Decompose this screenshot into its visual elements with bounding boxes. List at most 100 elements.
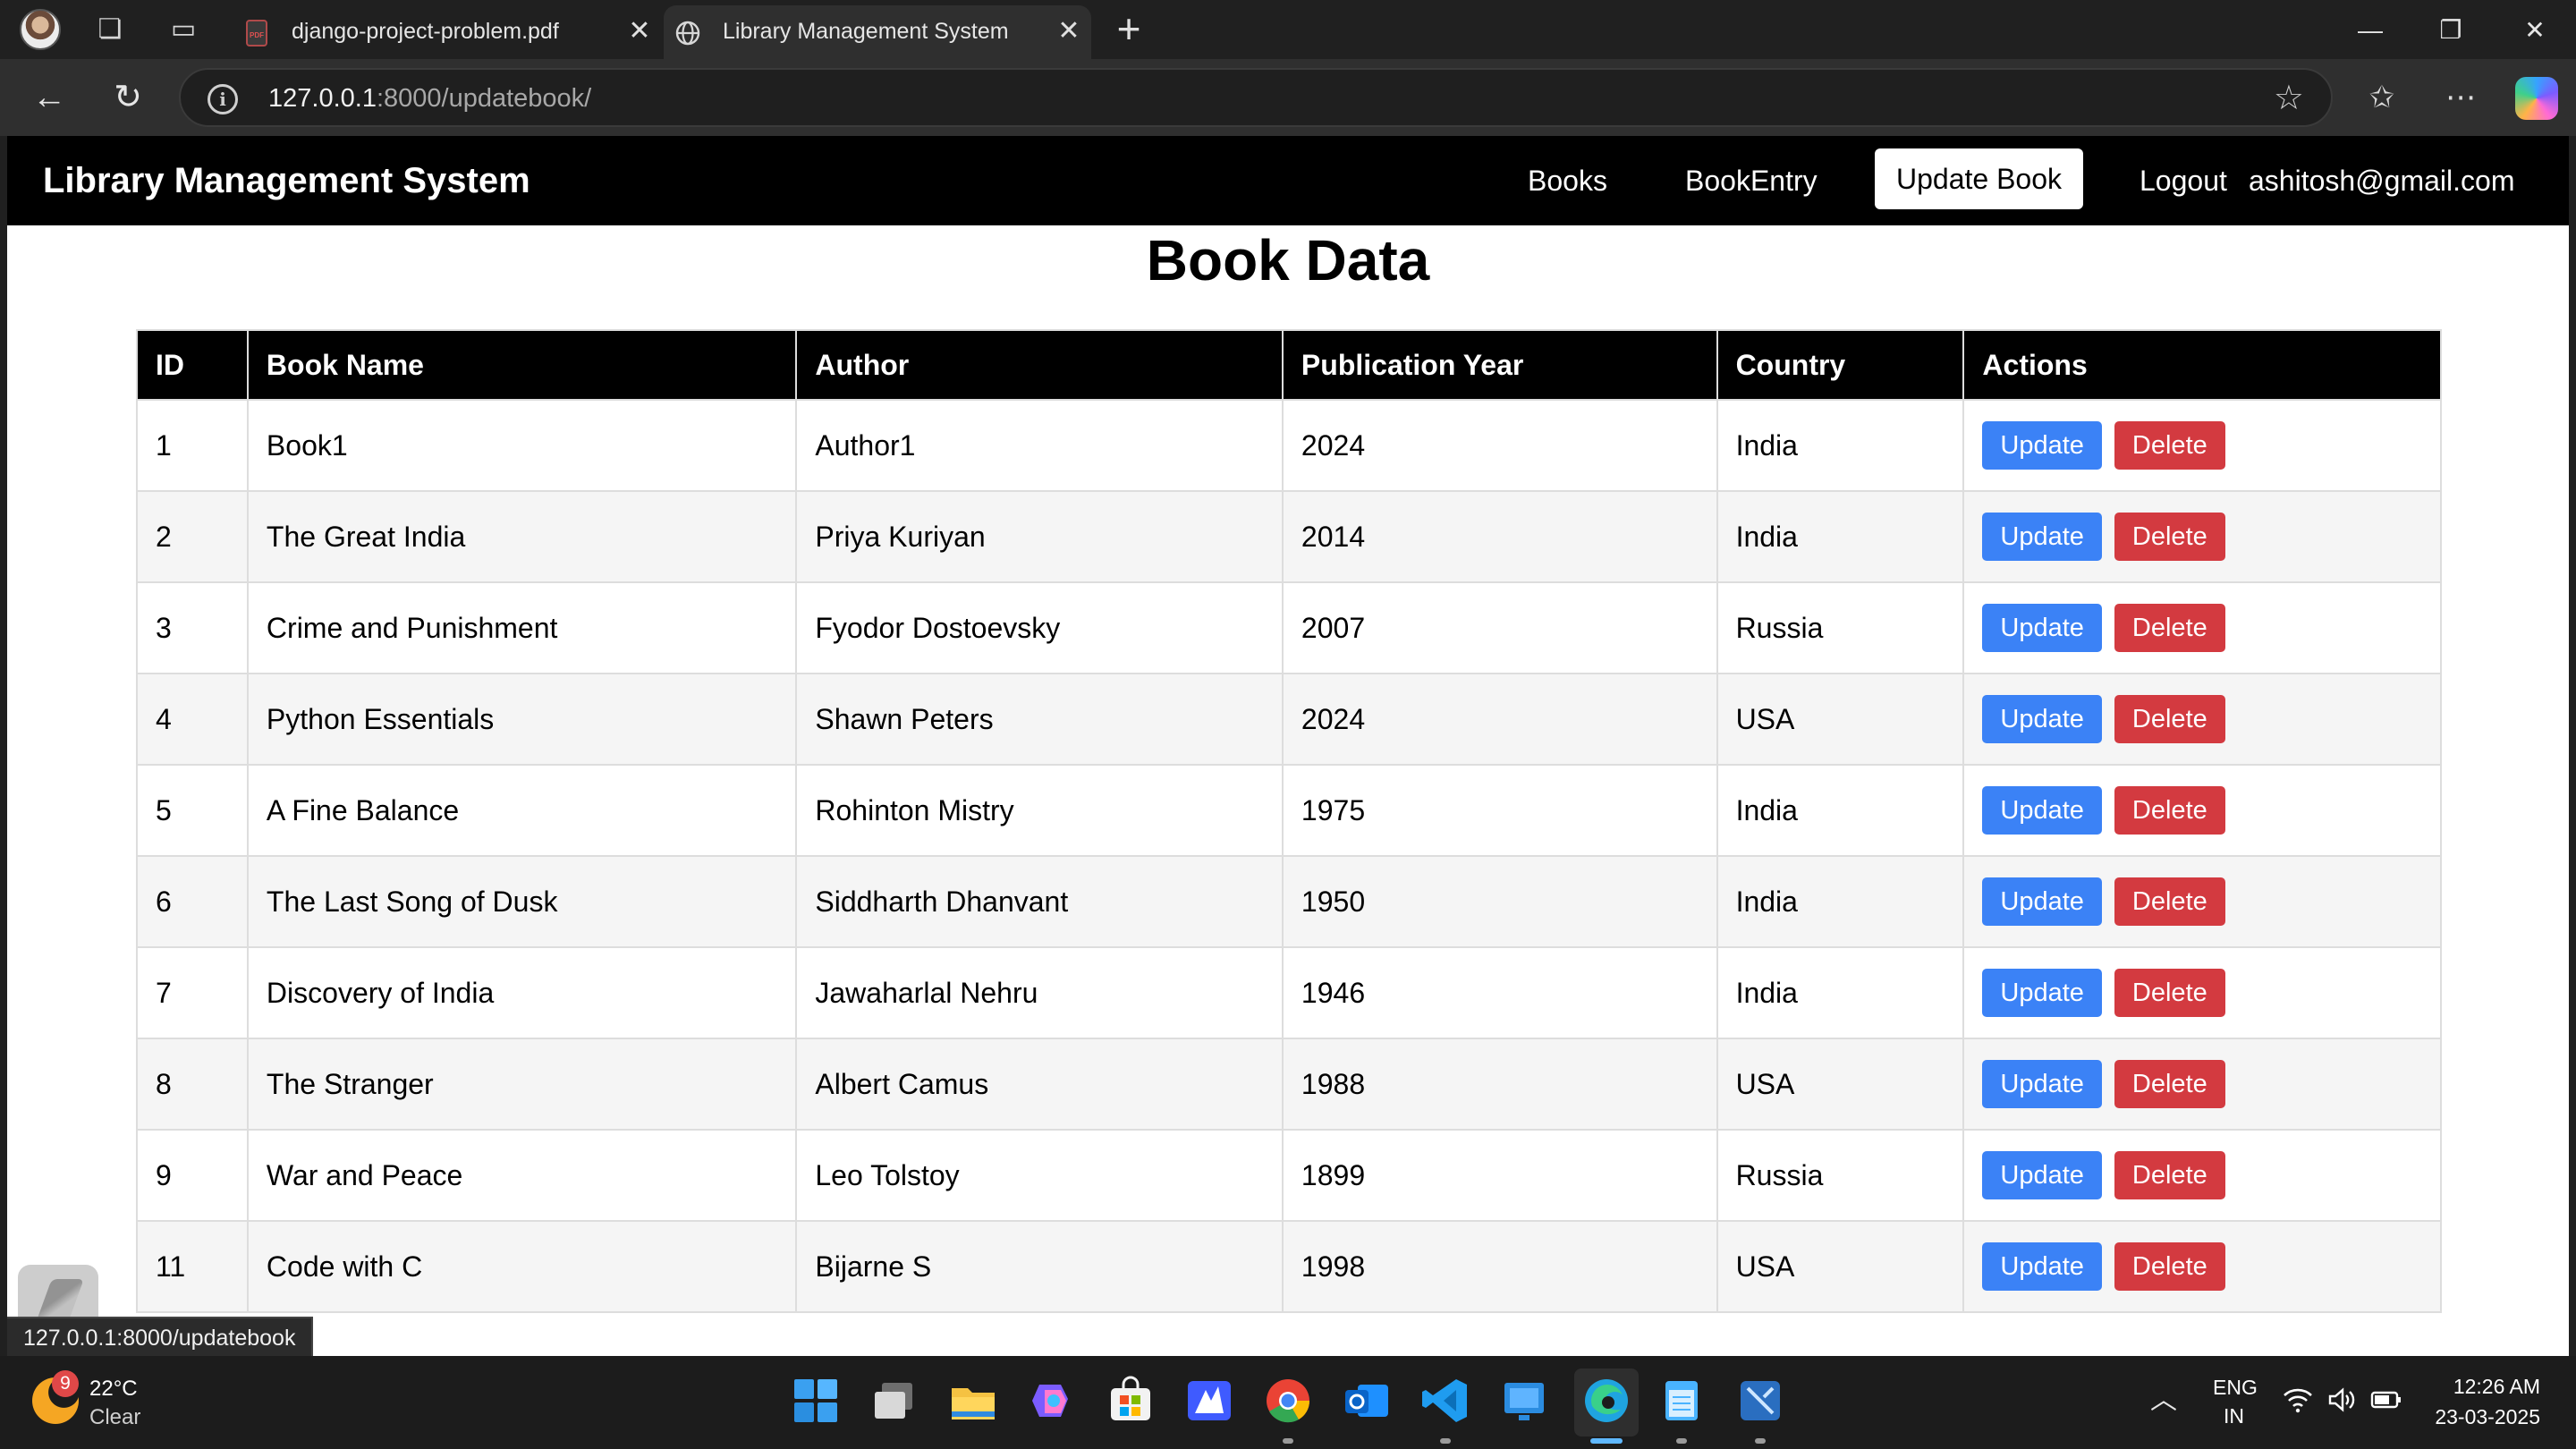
nav-logout-link[interactable]: Logout — [2140, 161, 2227, 200]
header-book-name: Book Name — [246, 329, 798, 401]
delete-button[interactable]: Delete — [2114, 695, 2225, 743]
running-indicator — [1676, 1438, 1687, 1444]
address-bar[interactable]: i 127.0.0.1:8000/updatebook/ ☆ — [179, 68, 2333, 127]
url-text[interactable]: 127.0.0.1:8000/updatebook/ — [268, 82, 591, 114]
active-indicator — [1590, 1438, 1623, 1444]
cell-author: Rohinton Mistry — [795, 764, 1284, 857]
close-window-icon[interactable]: ✕ — [2508, 11, 2562, 50]
workspaces-icon[interactable]: ❏ — [93, 13, 127, 47]
minimize-icon[interactable]: — — [2343, 11, 2397, 50]
task-view-icon[interactable] — [869, 1376, 919, 1426]
tab-library[interactable]: Library Management System ✕ — [664, 5, 1091, 59]
weather-temperature[interactable]: 22°C — [89, 1376, 138, 1402]
update-button[interactable]: Update — [1982, 421, 2102, 470]
update-button[interactable]: Update — [1982, 513, 2102, 561]
delete-button[interactable]: Delete — [2114, 786, 2225, 835]
weather-condition[interactable]: Clear — [89, 1404, 140, 1431]
tab-actions-icon[interactable]: ▭ — [166, 13, 200, 47]
language-indicator[interactable]: ENG — [2213, 1374, 2258, 1401]
cell-country: USA — [1716, 1038, 1965, 1131]
favorite-star-icon[interactable]: ☆ — [2274, 79, 2304, 118]
delete-button[interactable]: Delete — [2114, 421, 2225, 470]
cell-book-name: Discovery of India — [246, 946, 798, 1039]
vscode-icon[interactable] — [1420, 1376, 1470, 1426]
notepad-icon[interactable] — [1657, 1376, 1707, 1426]
copilot-icon[interactable] — [2515, 77, 2558, 120]
file-explorer-icon[interactable] — [948, 1376, 998, 1426]
cell-actions: Update Delete — [1962, 764, 2442, 857]
delete-button[interactable]: Delete — [2114, 1242, 2225, 1291]
battery-icon[interactable] — [2370, 1388, 2402, 1411]
cell-id: 11 — [136, 1220, 249, 1313]
pdf-icon: PDF — [246, 20, 267, 47]
widget-app-icon[interactable] — [1499, 1376, 1549, 1426]
back-icon[interactable]: ← — [29, 77, 70, 118]
header-publication-year: Publication Year — [1281, 329, 1718, 401]
start-icon[interactable] — [791, 1376, 841, 1426]
update-button[interactable]: Update — [1982, 604, 2102, 652]
store-icon[interactable] — [1106, 1376, 1156, 1426]
cell-author: Shawn Peters — [795, 673, 1284, 766]
restore-icon[interactable]: ❐ — [2424, 11, 2478, 50]
brand-title[interactable]: Library Management System — [43, 159, 530, 202]
nav-bookentry-link[interactable]: BookEntry — [1685, 161, 1818, 200]
outlook-icon[interactable] — [1342, 1376, 1392, 1426]
cell-id: 4 — [136, 673, 249, 766]
cell-country: India — [1716, 764, 1965, 857]
edge-icon[interactable] — [1581, 1376, 1631, 1426]
cell-author: Author1 — [795, 399, 1284, 492]
cell-actions: Update Delete — [1962, 581, 2442, 674]
update-button[interactable]: Update — [1982, 695, 2102, 743]
copilot-icon[interactable] — [1027, 1376, 1077, 1426]
update-button[interactable]: Update — [1982, 1242, 2102, 1291]
chrome-icon[interactable] — [1263, 1376, 1313, 1426]
close-tab-icon[interactable]: ✕ — [624, 16, 655, 47]
delete-button[interactable]: Delete — [2114, 1151, 2225, 1199]
cell-country: India — [1716, 399, 1965, 492]
tab-pdf[interactable]: PDF django-project-problem.pdf ✕ — [233, 5, 662, 59]
nav-update-book-link[interactable]: Update Book — [1875, 148, 2084, 209]
app-icon[interactable] — [1184, 1376, 1234, 1426]
cell-year: 1998 — [1281, 1220, 1718, 1313]
update-button[interactable]: Update — [1982, 969, 2102, 1017]
profile-avatar[interactable] — [20, 9, 61, 50]
cell-id: 2 — [136, 490, 249, 583]
delete-button[interactable]: Delete — [2114, 877, 2225, 926]
site-info-icon[interactable]: i — [208, 84, 238, 114]
delete-button[interactable]: Delete — [2114, 969, 2225, 1017]
clock-date[interactable]: 23-03-2025 — [2415, 1402, 2540, 1431]
cell-country: USA — [1716, 673, 1965, 766]
new-tab-icon[interactable]: + — [1109, 8, 1148, 50]
show-hidden-icons-chevron-icon[interactable]: ︿ — [2150, 1383, 2177, 1419]
app-icon[interactable] — [1735, 1376, 1785, 1426]
cell-id: 1 — [136, 399, 249, 492]
language-region[interactable]: IN — [2224, 1402, 2244, 1429]
delete-button[interactable]: Delete — [2114, 604, 2225, 652]
update-button[interactable]: Update — [1982, 1060, 2102, 1108]
cell-book-name: War and Peace — [246, 1129, 798, 1222]
cell-year: 2014 — [1281, 490, 1718, 583]
close-tab-icon[interactable]: ✕ — [1054, 16, 1084, 47]
cell-id: 3 — [136, 581, 249, 674]
nav-books-link[interactable]: Books — [1528, 161, 1607, 200]
cell-id: 6 — [136, 855, 249, 948]
refresh-icon[interactable]: ↻ — [107, 77, 148, 118]
more-menu-icon[interactable]: ⋯ — [2440, 77, 2481, 118]
url-host: 127.0.0.1 — [268, 84, 377, 113]
update-button[interactable]: Update — [1982, 877, 2102, 926]
cell-year: 2007 — [1281, 581, 1718, 674]
update-button[interactable]: Update — [1982, 786, 2102, 835]
delete-button[interactable]: Delete — [2114, 1060, 2225, 1108]
clock-time[interactable]: 12:26 AM — [2433, 1372, 2540, 1401]
cell-book-name: The Stranger — [246, 1038, 798, 1131]
page-viewport: Library Management System Books BookEntr… — [7, 136, 2569, 1356]
update-button[interactable]: Update — [1982, 1151, 2102, 1199]
volume-icon[interactable] — [2327, 1386, 2356, 1413]
table-row: 9 War and Peace Leo Tolstoy 1899 Russia … — [136, 1129, 2442, 1222]
favorites-icon[interactable]: ✩ — [2361, 77, 2402, 118]
status-bar-url: 127.0.0.1:8000/updatebook — [7, 1317, 314, 1356]
wifi-icon[interactable] — [2283, 1386, 2313, 1413]
table-body: 1 Book1 Author1 2024 India Update Delete … — [136, 399, 2442, 1313]
delete-button[interactable]: Delete — [2114, 513, 2225, 561]
cell-year: 2024 — [1281, 673, 1718, 766]
